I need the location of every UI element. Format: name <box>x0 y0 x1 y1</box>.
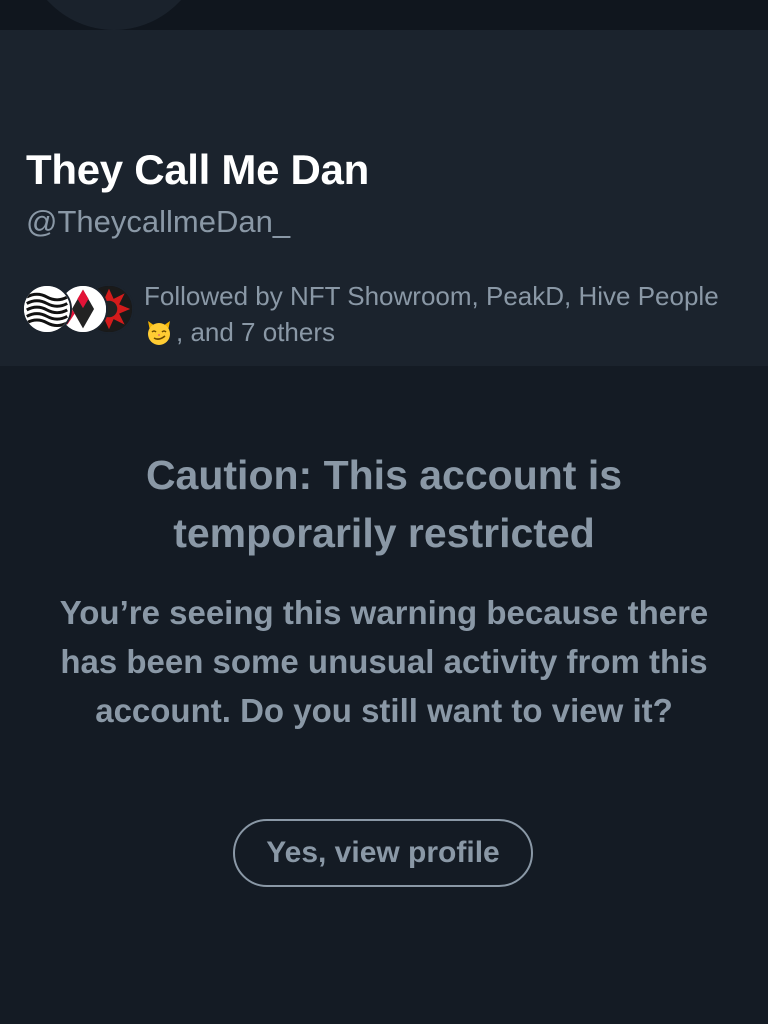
followed-by-text: Followed by NFT Showroom, PeakD, Hive Pe… <box>144 278 744 350</box>
smirking-cat-icon <box>144 317 174 347</box>
profile-handle: @TheycallmeDan_ <box>26 204 291 239</box>
warning-title: Caution: This account is temporarily res… <box>145 452 623 556</box>
header-banner <box>0 0 768 30</box>
restricted-account-warning: Caution: This account is temporarily res… <box>0 366 768 1024</box>
followed-by-row[interactable]: Followed by NFT Showroom, PeakD, Hive Pe… <box>22 278 752 358</box>
nft-showroom-avatar <box>22 284 72 334</box>
followed-by-names: Followed by NFT Showroom, PeakD, Hive Pe… <box>144 281 719 311</box>
warning-body: You’re seeing this warning because there… <box>59 594 709 729</box>
followed-by-others: , and 7 others <box>176 317 335 347</box>
view-profile-button[interactable]: Yes, view profile <box>233 819 533 887</box>
profile-avatar-edge[interactable] <box>22 0 206 30</box>
profile-display-name: They Call Me Dan <box>26 146 369 193</box>
profile-header: They Call Me Dan @TheycallmeDan_ Followe… <box>0 30 768 367</box>
